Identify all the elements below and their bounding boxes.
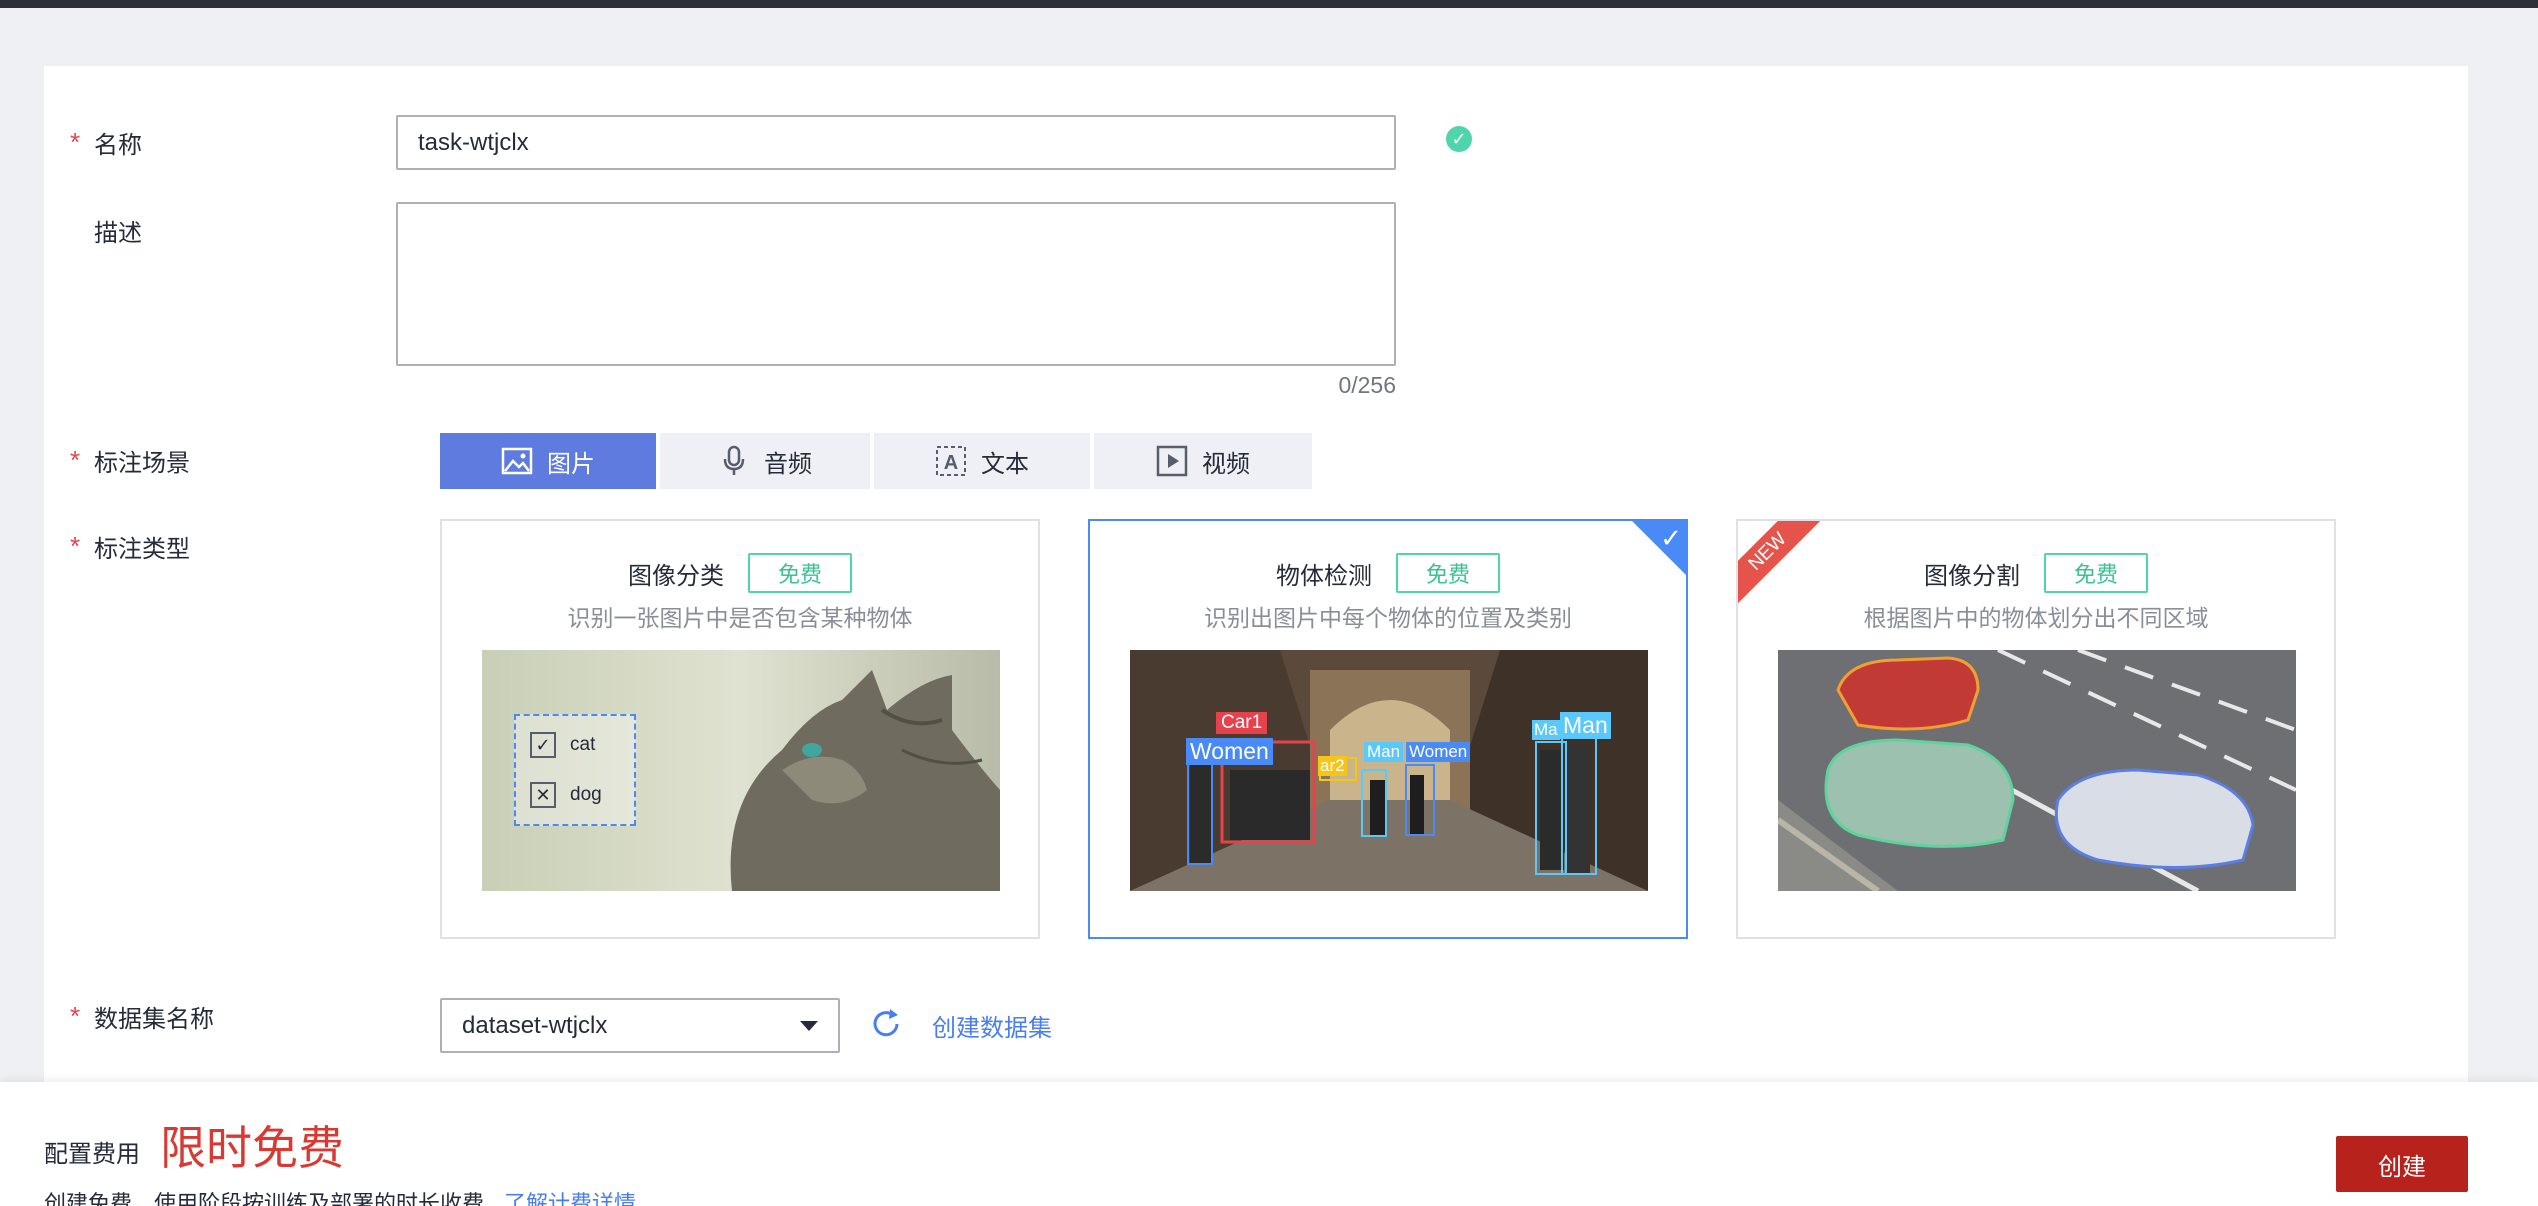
microphone-icon	[718, 445, 750, 477]
char-counter: 0/256	[1338, 372, 1396, 398]
dataset-select-value: dataset-wtjclx	[462, 1011, 608, 1039]
refresh-icon[interactable]	[868, 1006, 904, 1042]
image-icon	[501, 445, 533, 477]
description-textarea[interactable]	[396, 202, 1396, 366]
create-dataset-link[interactable]: 创建数据集	[932, 1008, 1052, 1043]
card-description: 识别一张图片中是否包含某种物体	[567, 605, 913, 631]
scene-tab-image[interactable]: 图片	[440, 433, 656, 489]
type-card-detection[interactable]: ✓ 物体检测 免费 识别出图片中每个物体的位置及类别 Car1 Women ar…	[1088, 519, 1688, 939]
create-button[interactable]: 创建	[2336, 1136, 2468, 1192]
name-input[interactable]: task-wtjclx	[396, 115, 1396, 170]
dataset-select[interactable]: dataset-wtjclx	[440, 998, 840, 1053]
video-icon	[1156, 445, 1188, 477]
scene-tab-audio[interactable]: 音频	[660, 433, 870, 489]
fee-note: 创建免费，使用阶段按训练及部署的时长收费 了解计费详情	[44, 1186, 636, 1206]
card-title: 图像分类	[627, 562, 724, 590]
footer-bar: 配置费用 限时免费 创建免费，使用阶段按训练及部署的时长收费 了解计费详情 创建	[0, 1082, 2538, 1206]
required-marker: *	[70, 444, 81, 475]
valid-check-icon: ✓	[1446, 126, 1472, 152]
free-badge: 免费	[1395, 553, 1500, 593]
svg-text:A: A	[944, 452, 958, 474]
card-description: 根据图片中的物体划分出不同区域	[1863, 605, 2209, 631]
required-marker: *	[70, 126, 81, 157]
pricing-details-link[interactable]: 了解计费详情	[504, 1191, 636, 1206]
checkbox-crossed-icon: ✕	[530, 782, 556, 808]
card-title: 图像分割	[1923, 562, 2020, 590]
name-label: * 名称	[70, 126, 142, 159]
name-input-value: task-wtjclx	[418, 128, 529, 156]
card-description: 识别出图片中每个物体的位置及类别	[1204, 605, 1572, 631]
cars-segmentation-illustration	[1778, 650, 2296, 891]
card-title: 物体检测	[1275, 562, 1372, 590]
scene-tab-text[interactable]: A 文本	[874, 433, 1090, 489]
top-bar	[0, 0, 2538, 8]
free-badge: 免费	[2043, 553, 2148, 593]
scene-label: * 标注场景	[70, 444, 190, 477]
checkbox-checked-icon: ✓	[530, 732, 556, 758]
scene-tab-video[interactable]: 视频	[1094, 433, 1312, 489]
type-label: * 标注类型	[70, 530, 190, 563]
fee-value: 限时免费	[160, 1122, 344, 1174]
check-icon: ✓	[1660, 523, 1682, 553]
free-badge: 免费	[747, 553, 852, 593]
label-box: ✓ cat ✕ dog	[514, 714, 636, 826]
cat-illustration: ✓ cat ✕ dog	[482, 650, 1000, 891]
dataset-label: * 数据集名称	[70, 1000, 214, 1033]
text-icon: A	[935, 445, 967, 477]
chevron-down-icon	[800, 1020, 818, 1031]
required-marker: *	[70, 1000, 81, 1031]
type-card-segmentation[interactable]: NEW 图像分割 免费 根据图片中的物体划分出不同区域	[1736, 519, 2336, 939]
fee-label: 配置费用	[44, 1141, 140, 1168]
description-label: 描述	[94, 219, 142, 247]
type-card-classification[interactable]: 图像分类 免费 识别一张图片中是否包含某种物体 ✓ cat ✕ dog	[440, 519, 1040, 939]
street-detection-illustration: Car1 Women ar2 Man Women Ma Man	[1130, 650, 1648, 891]
required-marker: *	[70, 530, 81, 561]
